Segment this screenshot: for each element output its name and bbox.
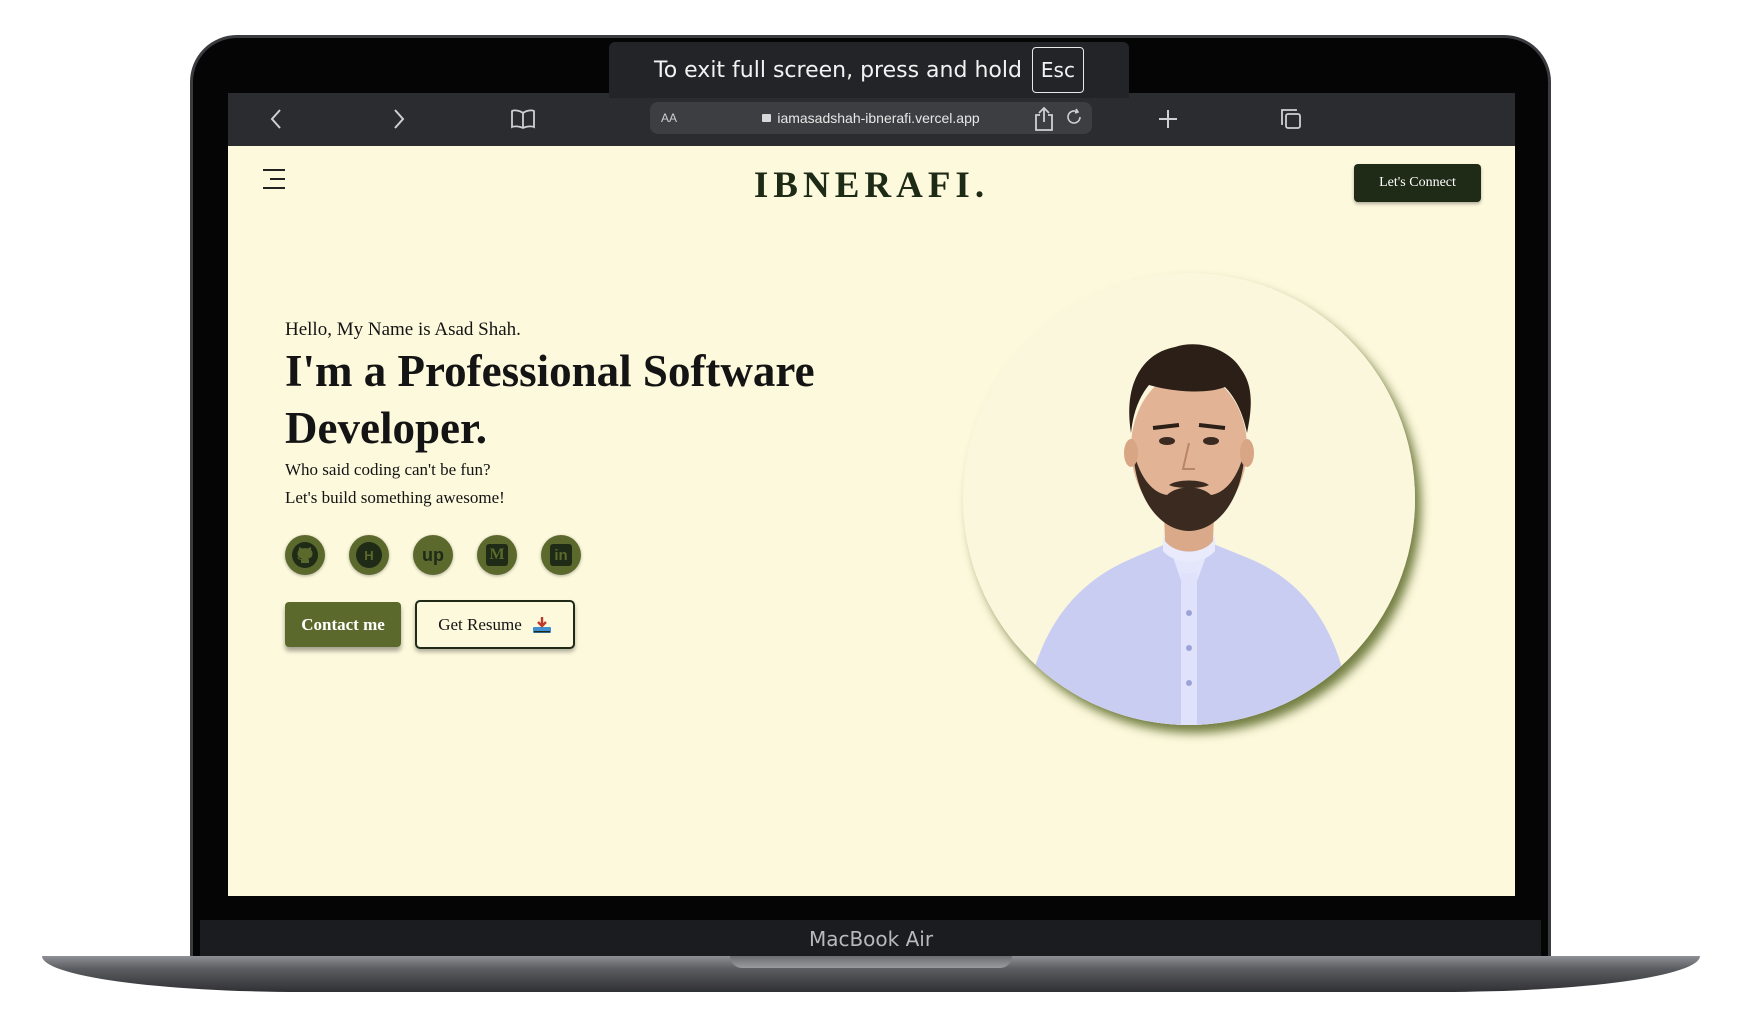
forward-icon[interactable] [383,103,415,135]
tabs-icon[interactable] [1275,103,1307,135]
hero-greeting: Hello, My Name is Asad Shah. [285,319,521,340]
medium-icon[interactable]: M [477,535,517,575]
webpage: IBNERAFI. Let's Connect Hello, My Name i… [228,146,1515,896]
device-label: MacBook Air [808,927,934,951]
url-text: iamasadshah-ibnerafi.vercel.app [777,110,980,126]
reload-icon[interactable] [1065,108,1083,129]
linkedin-icon[interactable]: in [541,535,581,575]
get-resume-label: Get Resume [438,614,522,634]
site-logo[interactable]: IBNERAFI. [228,164,1515,207]
exit-fullscreen-toast: To exit full screen, press and hold Esc [609,42,1129,98]
browser-toolbar: AA iamasadshah-ibnerafi.vercel.app [228,93,1515,146]
get-resume-button[interactable]: Get Resume [415,600,575,649]
hero-headline: I'm a Professional Software Developer. [285,346,815,453]
lock-icon [762,114,772,122]
hero-tagline-1: Who said coding can't be fun? [285,460,491,479]
new-tab-icon[interactable] [1152,103,1184,135]
bookmarks-icon[interactable] [507,103,539,135]
upwork-glyph: up [422,544,444,565]
hashnode-glyph: H [356,542,382,568]
profile-photo [963,273,1415,725]
share-icon[interactable] [1028,103,1060,135]
hashnode-icon[interactable]: H [349,535,389,575]
github-icon[interactable] [285,535,325,575]
exit-fullscreen-message: To exit full screen, press and hold [654,57,1022,83]
lets-connect-button[interactable]: Let's Connect [1354,164,1481,202]
address-bar[interactable]: AA iamasadshah-ibnerafi.vercel.app [650,102,1092,134]
laptop-hinge-notch [730,956,1012,968]
social-links: H up M in [285,535,581,575]
back-icon[interactable] [260,103,292,135]
medium-glyph: M [486,544,508,566]
esc-key-badge: Esc [1031,47,1084,93]
laptop-screen: AA iamasadshah-ibnerafi.vercel.app IBNER… [228,93,1515,896]
url-text-container: iamasadshah-ibnerafi.vercel.app [650,110,1092,126]
upwork-icon[interactable]: up [413,535,453,575]
linkedin-glyph: in [550,544,572,566]
hero-tagline-2: Let's build something awesome! [285,488,505,507]
download-icon [532,616,552,634]
contact-me-button[interactable]: Contact me [285,602,401,647]
profile-portrait-illustration [963,273,1415,725]
